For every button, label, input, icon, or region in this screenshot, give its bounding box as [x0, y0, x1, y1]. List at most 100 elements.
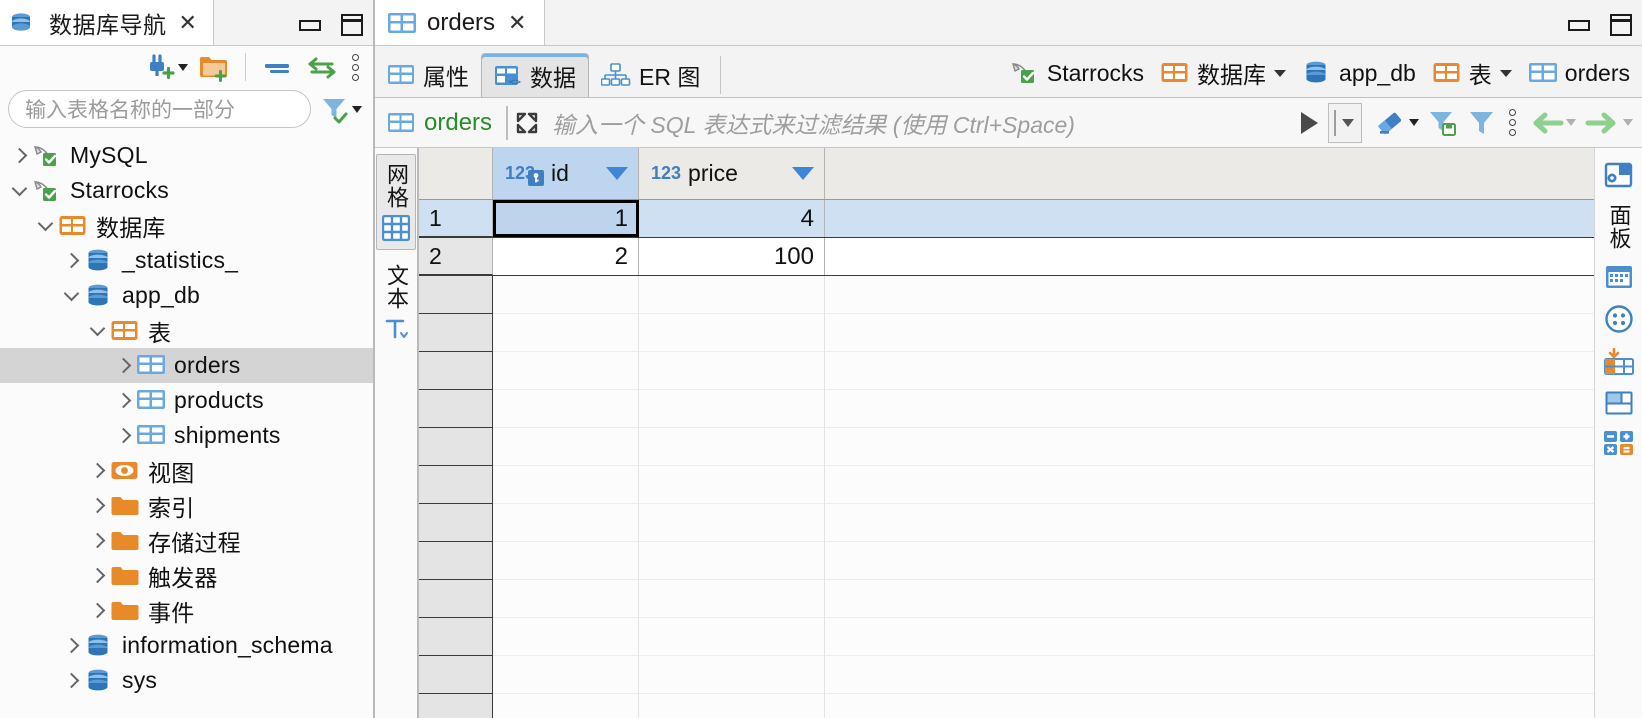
sql-filter-input[interactable]: 输入一个 SQL 表达式来过滤结果 (使用 Ctrl+Space) [514, 102, 1291, 144]
empty-row[interactable] [419, 390, 1594, 428]
tree-item-orders[interactable]: orders [0, 348, 373, 383]
chevron-right-icon[interactable] [58, 672, 84, 689]
empty-row[interactable] [419, 466, 1594, 504]
chevron-right-icon[interactable] [58, 252, 84, 269]
breadcrumb-item-表[interactable]: 表 [1426, 54, 1518, 92]
tree-item-视图[interactable]: 视图 [0, 453, 373, 488]
view-tab-grid[interactable]: 网格 [376, 154, 416, 250]
tree-item-数据库[interactable]: 数据库 [0, 208, 373, 243]
chevron-down-icon[interactable] [1274, 69, 1287, 77]
new-connection-button[interactable] [143, 50, 191, 84]
tree-item-products[interactable]: products [0, 383, 373, 418]
value-viewer-icon[interactable] [1604, 304, 1634, 334]
empty-row[interactable] [419, 504, 1594, 542]
chevron-down-icon[interactable] [84, 320, 110, 338]
table-row[interactable]: 2 2 100 [419, 238, 1594, 276]
tree-item-事件[interactable]: 事件 [0, 593, 373, 628]
row-number-cell[interactable]: 2 [419, 238, 493, 275]
filterbar-more-button[interactable] [1503, 107, 1522, 138]
empty-row[interactable] [419, 694, 1594, 718]
chevron-right-icon[interactable] [84, 497, 110, 514]
grid-corner-cell[interactable] [419, 148, 493, 199]
column-sort-icon[interactable] [792, 167, 814, 180]
tab-database-navigator[interactable]: 数据库导航 ✕ [0, 0, 214, 45]
empty-row[interactable] [419, 352, 1594, 390]
chevron-down-icon[interactable] [1409, 119, 1419, 126]
chevron-right-icon[interactable] [110, 357, 136, 374]
new-folder-button[interactable] [195, 50, 233, 84]
clear-filter-button[interactable] [1372, 107, 1422, 139]
cell-id[interactable]: 1 [493, 200, 639, 237]
chevron-right-icon[interactable] [110, 427, 136, 444]
chevron-down-icon[interactable] [352, 105, 362, 113]
column-header-price[interactable]: 123 price [639, 148, 825, 199]
chevron-down-icon[interactable] [6, 180, 32, 198]
tree-item-存储过程[interactable]: 存储过程 [0, 523, 373, 558]
tree-item-_statistics_[interactable]: _statistics_ [0, 243, 373, 278]
tree-filter-input[interactable]: 输入表格名称的一部分 [8, 90, 311, 128]
chevron-down-icon[interactable] [1499, 69, 1512, 77]
cell-price[interactable]: 100 [639, 238, 825, 275]
chevron-right-icon[interactable] [58, 637, 84, 654]
close-icon[interactable]: ✕ [176, 10, 200, 36]
breadcrumb-item-数据库[interactable]: 数据库 [1154, 54, 1292, 92]
chevron-right-icon[interactable] [84, 462, 110, 479]
panel-settings-icon[interactable] [1604, 162, 1634, 190]
view-tab-text[interactable]: 文本 [377, 256, 415, 350]
maximize-icon[interactable] [1610, 14, 1632, 36]
calendar-icon[interactable] [1604, 264, 1634, 290]
database-tree[interactable]: MySQL Starrocks 数据库 _statistics_ app_db … [0, 136, 373, 718]
row-number-cell[interactable]: 1 [419, 200, 493, 237]
tree-item-表[interactable]: 表 [0, 313, 373, 348]
layout-icon[interactable] [1604, 390, 1634, 416]
empty-row[interactable] [419, 428, 1594, 466]
expand-icon[interactable] [514, 110, 540, 136]
empty-row[interactable] [419, 276, 1594, 314]
filter-table-label[interactable]: orders [381, 109, 500, 137]
breadcrumb-item-Starrocks[interactable]: Starrocks [1004, 58, 1150, 89]
navigate-forward-button[interactable] [1582, 108, 1636, 138]
tab-orders[interactable]: orders ✕ [375, 0, 546, 45]
chevron-right-icon[interactable] [84, 567, 110, 584]
filter-history-button[interactable] [1328, 102, 1362, 143]
chevron-down-icon[interactable] [1566, 119, 1576, 126]
link-with-editor-button[interactable] [302, 51, 342, 83]
tree-item-sys[interactable]: sys [0, 663, 373, 698]
minimize-icon[interactable] [299, 19, 321, 31]
breadcrumb-item-app_db[interactable]: app_db [1296, 58, 1422, 89]
subtab-properties[interactable]: 属性 [375, 53, 481, 97]
empty-row[interactable] [419, 580, 1594, 618]
calc-icon[interactable] [1603, 430, 1635, 456]
cell-id[interactable]: 2 [493, 238, 639, 275]
navigator-view-menu-button[interactable] [346, 52, 365, 83]
tree-item-Starrocks[interactable]: Starrocks [0, 173, 373, 208]
chevron-right-icon[interactable] [6, 147, 32, 164]
tree-item-information_schema[interactable]: information_schema [0, 628, 373, 663]
chevron-down-icon[interactable] [1623, 119, 1633, 126]
tree-item-app_db[interactable]: app_db [0, 278, 373, 313]
execute-filter-button[interactable] [1301, 111, 1318, 134]
tree-item-触发器[interactable]: 触发器 [0, 558, 373, 593]
chevron-down-icon[interactable] [58, 285, 84, 303]
chevron-right-icon[interactable] [84, 532, 110, 549]
cell-price[interactable]: 4 [639, 200, 825, 237]
filter-settings-button[interactable] [317, 92, 365, 126]
subtab-er-diagram[interactable]: ER 图 [589, 53, 712, 97]
tree-item-MySQL[interactable]: MySQL [0, 138, 373, 173]
import-data-icon[interactable] [1603, 348, 1635, 376]
chevron-right-icon[interactable] [110, 392, 136, 409]
chevron-down-icon[interactable] [178, 63, 188, 71]
minimize-icon[interactable] [1568, 19, 1590, 31]
chevron-down-icon[interactable] [32, 215, 58, 233]
column-header-id[interactable]: 123 id [493, 148, 639, 199]
subtab-data[interactable]: <> 数据 [481, 53, 589, 97]
column-sort-icon[interactable] [606, 167, 628, 180]
close-icon[interactable]: ✕ [505, 10, 529, 36]
filter-button[interactable] [1464, 107, 1500, 139]
empty-row[interactable] [419, 618, 1594, 656]
data-grid[interactable]: 123 id 123 price 1 1 4 2 2 100 [419, 148, 1594, 718]
empty-row[interactable] [419, 314, 1594, 352]
tree-item-shipments[interactable]: shipments [0, 418, 373, 453]
navigate-back-button[interactable] [1525, 108, 1579, 138]
tree-item-索引[interactable]: 索引 [0, 488, 373, 523]
